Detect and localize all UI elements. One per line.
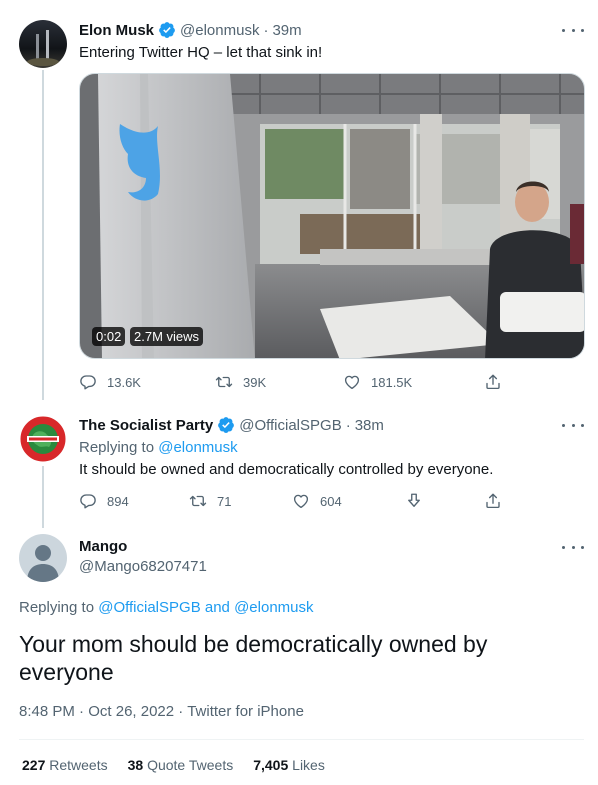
replying-to-label: Replying to	[79, 439, 155, 456]
separator-dot: ·	[345, 416, 351, 434]
retweets-stat[interactable]: 227 Retweets	[22, 757, 108, 773]
video-views-badge: 2.7M views	[130, 327, 204, 346]
thread-line	[42, 466, 44, 528]
downvote-icon	[405, 492, 423, 510]
focused-tweet-text: Your mom should be democratically owned …	[19, 631, 488, 685]
retweets-label: Retweets	[49, 757, 108, 773]
tweet-timestamp[interactable]: 8:48 PM	[19, 703, 75, 720]
tweet-source[interactable]: Twitter for iPhone	[187, 703, 304, 720]
separator-dot: ·	[263, 21, 269, 39]
reply-icon	[79, 373, 97, 391]
retweet-button[interactable]: 39K	[215, 372, 266, 392]
retweet-count: 39K	[243, 374, 267, 390]
retweet-button[interactable]: 71	[189, 491, 231, 511]
replying-to-and: and	[204, 599, 230, 616]
more-icon[interactable]	[562, 21, 584, 39]
verified-badge-icon	[158, 21, 176, 39]
quote-tweets-label: Quote Tweets	[147, 757, 234, 773]
downvote-button[interactable]	[405, 491, 423, 511]
verified-badge-icon	[217, 416, 235, 434]
avatar-elonmusk[interactable]	[19, 20, 67, 68]
separator-dot: ·	[79, 703, 89, 720]
tweet-time[interactable]: 39m	[272, 22, 301, 39]
share-icon	[484, 492, 502, 510]
avatar-mango[interactable]	[19, 534, 67, 582]
retweet-count: 71	[217, 493, 232, 509]
retweet-icon	[189, 492, 207, 510]
share-button[interactable]	[484, 491, 502, 511]
author-name[interactable]: Elon Musk	[79, 22, 154, 39]
tweet2-actions: 894 71 604	[79, 491, 509, 511]
tweet-date[interactable]: Oct 26, 2022	[88, 703, 174, 720]
reply-icon	[79, 492, 97, 510]
replying-to-line: Replying to @OfficialSPGB and @elonmusk	[19, 598, 314, 618]
avatar-image	[19, 415, 67, 463]
tweet2-header: The Socialist Party @OfficialSPGB · 38m	[79, 416, 384, 434]
retweets-count: 227	[22, 757, 46, 773]
default-avatar-image	[19, 534, 67, 582]
replying-to-handle-2[interactable]: @elonmusk	[234, 599, 313, 616]
tweet3-handle-row: @Mango68207471	[79, 558, 207, 575]
retweet-icon	[215, 373, 233, 391]
like-button[interactable]: 181.5K	[343, 372, 412, 392]
like-count: 181.5K	[371, 374, 413, 390]
reply-count: 13.6K	[107, 374, 141, 390]
like-count: 604	[320, 493, 342, 509]
thread-line	[42, 70, 44, 400]
replying-to-label: Replying to	[19, 599, 95, 616]
author-handle[interactable]: @elonmusk	[180, 22, 259, 39]
replying-to-line: Replying to @elonmusk	[79, 438, 238, 458]
quote-tweets-stat[interactable]: 38 Quote Tweets	[128, 757, 234, 773]
replying-to-handle[interactable]: @elonmusk	[158, 439, 237, 456]
avatar-officialspgb[interactable]	[19, 415, 67, 463]
tweet-metadata: 8:48 PM · Oct 26, 2022 · Twitter for iPh…	[19, 703, 304, 720]
separator-dot: ·	[178, 703, 188, 720]
avatar-image	[19, 20, 67, 68]
divider	[19, 739, 584, 740]
tweet-text: Entering Twitter HQ – let that sink in!	[79, 44, 323, 61]
tweet1-header: Elon Musk @elonmusk · 39m	[79, 21, 302, 39]
likes-label: Likes	[292, 757, 325, 773]
author-handle[interactable]: @OfficialSPGB	[239, 417, 341, 434]
like-button[interactable]: 604	[292, 491, 342, 511]
quote-tweets-count: 38	[127, 757, 144, 773]
engagement-stats: 227 Retweets 38 Quote Tweets 7,405 Likes	[22, 757, 345, 773]
like-icon	[292, 492, 310, 510]
more-icon[interactable]	[562, 538, 584, 556]
author-handle[interactable]: @Mango68207471	[79, 558, 207, 575]
tweet-video[interactable]: 0:02 2.7M views	[79, 73, 585, 359]
like-icon	[343, 373, 361, 391]
reply-button[interactable]: 13.6K	[79, 372, 141, 392]
video-frame	[80, 74, 584, 358]
share-icon	[484, 373, 502, 391]
replying-to-handle-1[interactable]: @OfficialSPGB	[98, 599, 200, 616]
author-name[interactable]: Mango	[79, 538, 127, 555]
reply-button[interactable]: 894	[79, 491, 129, 511]
reply-count: 894	[107, 493, 129, 509]
share-button[interactable]	[484, 372, 502, 392]
tweet-time[interactable]: 38m	[355, 417, 384, 434]
tweet1-actions: 13.6K 39K 181.5K	[79, 372, 509, 392]
tweet-text: It should be owned and democratically co…	[79, 461, 494, 478]
more-icon[interactable]	[562, 416, 584, 434]
likes-count: 7,405	[253, 757, 289, 773]
author-name[interactable]: The Socialist Party	[79, 417, 213, 434]
tweet3-name-row: Mango	[79, 538, 127, 555]
likes-stat[interactable]: 7,405 Likes	[253, 757, 325, 773]
video-time-badge: 0:02	[92, 327, 126, 346]
